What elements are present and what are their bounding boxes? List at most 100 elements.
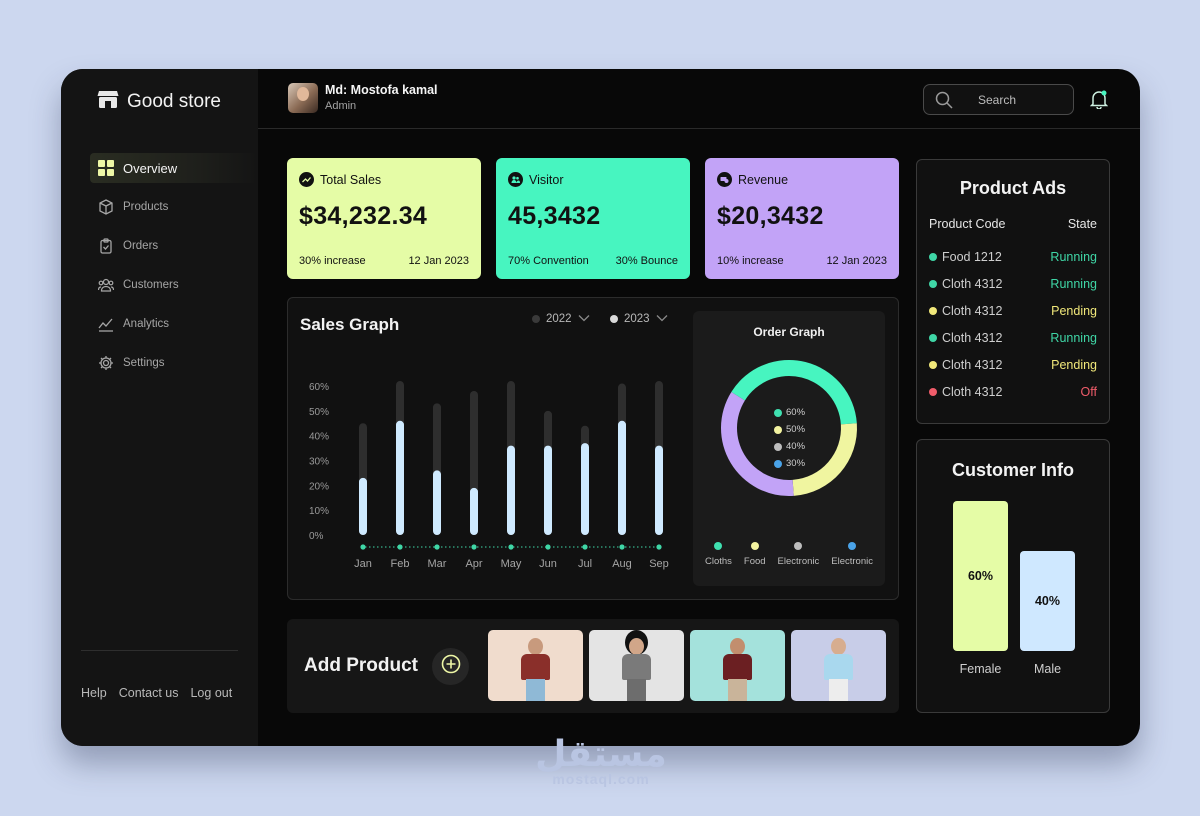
x-tick-label: Feb <box>391 558 410 570</box>
help-link[interactable]: Help <box>81 686 107 700</box>
sidebar-item-products[interactable]: Products <box>90 192 258 222</box>
box-icon <box>98 199 114 215</box>
product-thumbnail[interactable] <box>690 630 785 701</box>
chart-line-icon <box>98 316 114 332</box>
donut-legend-item: 60% <box>774 404 805 421</box>
product-ads-list: Food 1212 Running Cloth 4312 Running Cloth 4… <box>929 243 1097 405</box>
sidebar-item-label: Customers <box>123 279 179 291</box>
category-label: Electronic <box>777 556 820 567</box>
visitor-card[interactable]: Visitor 45,3432 70% Convention 30% Bounc… <box>496 158 690 279</box>
bell-icon[interactable] <box>1089 89 1109 114</box>
year-2022-dropdown[interactable]: 2022 <box>532 313 590 325</box>
status-dot <box>929 306 937 315</box>
product-ads-header: Product Code State <box>929 217 1097 231</box>
add-product-title: Add Product <box>304 655 418 676</box>
status-dot <box>929 252 937 261</box>
donut-legend-item: 50% <box>774 421 805 438</box>
users-icon <box>98 277 114 293</box>
product-code: Cloth 4312 <box>942 330 1003 345</box>
x-marker <box>397 544 403 550</box>
add-product-panel: Add Product <box>287 619 899 713</box>
legend-label: 30% <box>786 458 806 469</box>
search-input[interactable] <box>978 93 1058 107</box>
bar-2023 <box>581 443 589 535</box>
product-ad-row[interactable]: Cloth 4312 Pending <box>929 297 1097 324</box>
model-figure <box>730 638 745 655</box>
x-marker <box>582 544 588 550</box>
product-ad-row[interactable]: Food 1212 Running <box>929 243 1097 270</box>
product-code: Cloth 4312 <box>942 384 1003 399</box>
stat-right-note: 12 Jan 2023 <box>408 255 469 267</box>
category-legend-item: Food <box>744 542 766 567</box>
stat-right-note: 30% Bounce <box>615 255 678 267</box>
donut-legend-item: 40% <box>774 438 805 455</box>
status-dot <box>929 279 937 288</box>
users-icon <box>508 172 523 187</box>
category-label: Cloths <box>704 556 732 567</box>
brand-name: Good store <box>127 90 221 112</box>
chevron-down-icon <box>656 313 668 325</box>
stat-title: Visitor <box>529 172 564 187</box>
category-legend-item: Cloths <box>705 542 732 567</box>
sidebar: Good store Overview Products Orders Cust… <box>61 69 258 746</box>
legend-dot <box>610 315 618 323</box>
y-tick-label: 60% <box>309 382 329 393</box>
sidebar-item-settings[interactable]: Settings <box>90 348 258 378</box>
x-marker <box>619 544 625 550</box>
chevron-down-icon <box>578 313 590 325</box>
product-ad-row[interactable]: Cloth 4312 Pending <box>929 351 1097 378</box>
sidebar-item-label: Overview <box>123 160 178 176</box>
product-code-cell: Food 1212 <box>929 250 1002 264</box>
legend-label: 50% <box>786 424 806 435</box>
trending-up-icon <box>299 172 314 187</box>
user-name: Md: Mostofa kamal <box>325 83 438 97</box>
bar-2023 <box>618 420 626 535</box>
search-box[interactable] <box>923 84 1074 115</box>
revenue-card[interactable]: Revenue $20,3432 10% increase 12 Jan 202… <box>705 158 899 279</box>
product-ads-panel: Product Ads Product Code State Food 1212… <box>916 159 1110 424</box>
add-product-button[interactable] <box>432 648 469 685</box>
total-sales-card[interactable]: Total Sales $34,232.34 30% increase 12 J… <box>287 158 481 279</box>
x-tick-label: Jan <box>354 558 372 570</box>
female-bar: 60% <box>953 501 1008 651</box>
bar-value: 40% <box>1034 594 1061 608</box>
state-label: Running <box>1050 330 1097 345</box>
avatar[interactable] <box>288 83 318 113</box>
legend-dot <box>794 542 803 550</box>
log-out-link[interactable]: Log out <box>190 686 232 700</box>
product-thumbnail[interactable] <box>488 630 583 701</box>
sidebar-item-orders[interactable]: Orders <box>90 231 258 261</box>
product-ad-row[interactable]: Cloth 4312 Running <box>929 324 1097 351</box>
money-icon <box>717 172 732 187</box>
y-tick-label: 30% <box>309 457 329 468</box>
sidebar-item-analytics[interactable]: Analytics <box>90 309 258 339</box>
sidebar-nav: Overview Products Orders Customers Analy… <box>90 153 258 387</box>
product-ad-row[interactable]: Cloth 4312 Running <box>929 270 1097 297</box>
legend-dot <box>774 442 782 451</box>
legend-dot <box>714 542 723 550</box>
bar-2023 <box>544 445 552 535</box>
bar-label: Male <box>1033 662 1062 676</box>
x-marker <box>545 544 551 550</box>
grid-icon <box>98 160 114 176</box>
product-thumbnail[interactable] <box>791 630 886 701</box>
product-thumbnail[interactable] <box>589 630 684 701</box>
legend-dot <box>532 315 540 323</box>
legend-dot <box>774 408 782 417</box>
state-label: Running <box>1050 276 1097 291</box>
state-label: Running <box>1050 249 1097 264</box>
stat-left-note: 70% Convention <box>508 255 589 267</box>
sidebar-item-label: Products <box>123 201 169 213</box>
bar-2023 <box>396 420 404 535</box>
product-ads-title: Product Ads <box>959 178 1067 198</box>
year-2023-dropdown[interactable]: 2023 <box>610 313 668 325</box>
contact-us-link[interactable]: Contact us <box>119 686 179 700</box>
sidebar-item-customers[interactable]: Customers <box>90 270 258 300</box>
sales-graph-panel: 0% 10% 20% 30% 40% 50% 60% Jan Feb Mar Apr May Jun Ju… <box>287 297 899 600</box>
sidebar-item-overview[interactable]: Overview <box>90 153 258 183</box>
order-graph-categories: Cloths Food Electronic Electronic <box>693 542 885 567</box>
product-ad-row[interactable]: Cloth 4312 Off <box>929 378 1097 405</box>
product-code: Cloth 4312 <box>942 276 1003 291</box>
brand[interactable]: Good store <box>97 89 221 114</box>
product-code-cell: Cloth 4312 <box>929 277 1002 291</box>
